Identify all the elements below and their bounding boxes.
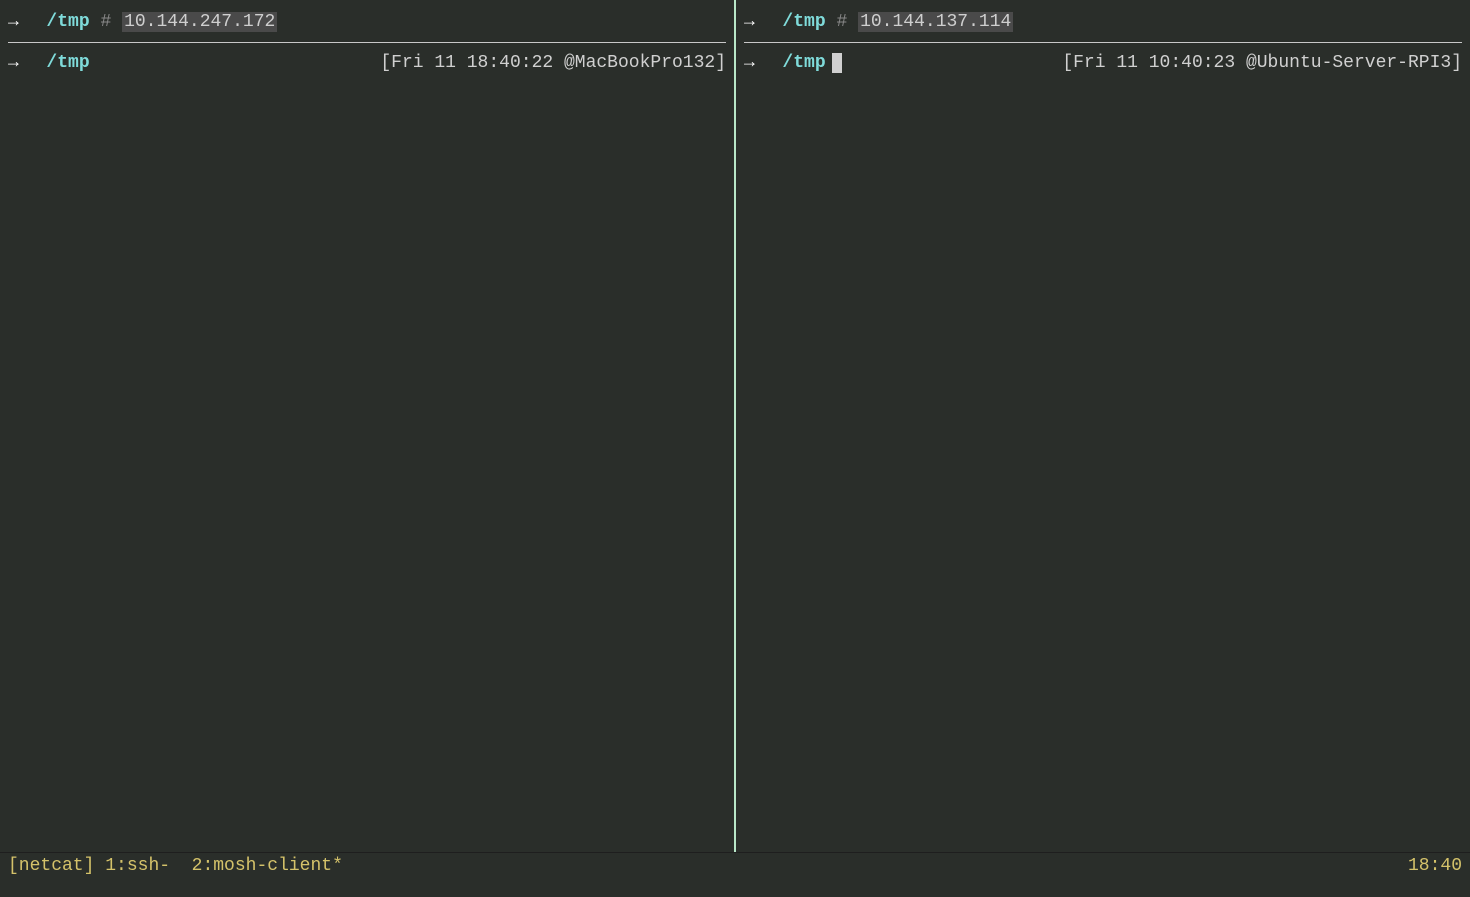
- pane-right[interactable]: → /tmp # 10.144.137.114 → /tmp [Fri 11 1…: [736, 0, 1470, 852]
- prompt-arrow-icon: →: [744, 53, 755, 73]
- prompt-arrow-icon: →: [8, 53, 19, 73]
- prompt-arrow-icon: →: [8, 12, 19, 32]
- cursor-icon: [832, 53, 842, 73]
- pane-divider-horizontal: [744, 42, 1462, 43]
- timestamp-host-label: [Fri 11 10:40:23 @Ubuntu-Server-RPI3]: [1062, 53, 1462, 73]
- cwd-label: /tmp: [46, 53, 89, 73]
- prompt-hash: #: [836, 12, 847, 32]
- session-name[interactable]: [netcat]: [8, 856, 94, 876]
- statusbar-left: [netcat] 1:ssh- 2:mosh-client*: [8, 856, 343, 876]
- window-tab-2[interactable]: 2:mosh-client*: [192, 856, 343, 876]
- cwd-label: /tmp: [782, 12, 825, 32]
- clock-label: 18:40: [1408, 856, 1462, 876]
- prompt-line-top-right[interactable]: → /tmp # 10.144.137.114: [744, 8, 1462, 36]
- prompt-line-bottom-left[interactable]: → /tmp [Fri 11 18:40:22 @MacBookPro132]: [8, 49, 726, 77]
- pane-divider-horizontal: [8, 42, 726, 43]
- prompt-line-top-left[interactable]: → /tmp # 10.144.247.172: [8, 8, 726, 36]
- ip-address-selected[interactable]: 10.144.137.114: [858, 12, 1013, 32]
- tmux-workspace: → /tmp # 10.144.247.172 → /tmp [Fri 11 1…: [0, 0, 1470, 852]
- prompt-line-bottom-right[interactable]: → /tmp [Fri 11 10:40:23 @Ubuntu-Server-R…: [744, 49, 1462, 77]
- cwd-label: /tmp: [782, 53, 825, 73]
- prompt-hash: #: [100, 12, 111, 32]
- tmux-statusbar: [netcat] 1:ssh- 2:mosh-client* 18:40: [0, 852, 1470, 878]
- cwd-label: /tmp: [46, 12, 89, 32]
- window-tab-1[interactable]: 1:ssh-: [105, 856, 170, 876]
- prompt-arrow-icon: →: [744, 12, 755, 32]
- pane-left[interactable]: → /tmp # 10.144.247.172 → /tmp [Fri 11 1…: [0, 0, 736, 852]
- timestamp-host-label: [Fri 11 18:40:22 @MacBookPro132]: [380, 53, 726, 73]
- ip-address-selected[interactable]: 10.144.247.172: [122, 12, 277, 32]
